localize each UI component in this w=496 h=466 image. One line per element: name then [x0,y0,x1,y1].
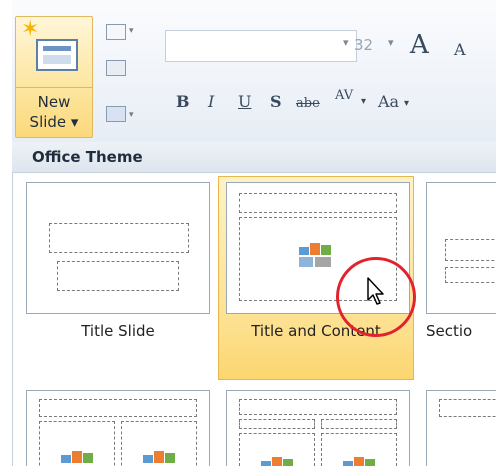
font-name-input[interactable] [165,30,357,62]
layout-thumbnail[interactable] [226,390,410,466]
content-icons [61,447,97,466]
strikethrough-button[interactable]: abe [296,96,320,111]
change-case-button[interactable]: Aa [378,92,399,111]
theme-name: Office Theme [32,148,143,166]
new-slide-dropdown-label[interactable]: Slide ▾ [16,113,92,131]
shrink-font-button[interactable]: A [454,40,466,59]
content-icons [343,453,379,466]
slide-commands: ▾ ▾ [96,22,146,132]
new-slide-button[interactable]: ✶ New Slide ▾ [15,16,93,138]
sparkle-icon: ✶ [21,17,40,42]
layout-thumbnail[interactable] [426,182,496,314]
new-slide-top[interactable]: ✶ [16,17,92,88]
chevron-down-icon[interactable]: ▾ [343,36,349,49]
italic-button[interactable]: I [208,92,214,111]
layout-label: Sectio [426,322,473,340]
layout-icon[interactable] [106,24,126,40]
layout-thumbnail[interactable] [26,390,210,466]
chevron-down-icon[interactable]: ▾ [129,26,134,36]
underline-button[interactable]: U [238,92,251,111]
chevron-down-icon[interactable]: ▾ [129,110,134,120]
title-placeholder [239,193,397,213]
chevron-down-icon[interactable]: ▾ [388,36,394,49]
bold-button[interactable]: B [176,92,190,111]
content-icons [299,239,335,269]
title-placeholder [39,399,197,417]
content-icons [261,453,297,466]
text-placeholder [445,267,496,283]
right-heading-placeholder [321,419,397,429]
left-heading-placeholder [239,419,315,429]
chevron-down-icon[interactable]: ▾ [361,96,366,107]
highlight-circle [336,257,416,337]
chevron-down-icon[interactable]: ▾ [404,98,409,109]
new-slide-label: New [37,93,71,111]
layout-label: Title Slide [81,322,155,340]
title-placeholder [439,399,496,417]
section-icon[interactable] [106,106,126,122]
ribbon: ✶ New Slide ▾ ▾ ▾ ▾ 32 ▾ A A B I U S abe [12,0,496,143]
subtitle-placeholder [57,261,179,291]
layout-thumbnail[interactable] [26,182,210,314]
gallery-header: Office Theme [12,142,496,173]
title-placeholder [49,223,189,253]
slide-icon [36,39,78,71]
layout-thumbnail[interactable] [426,390,496,466]
powerpoint-window: ✶ New Slide ▾ ▾ ▾ ▾ 32 ▾ A A B I U S abe [0,0,496,466]
content-icons [143,447,179,466]
font-size-input[interactable]: 32 [354,36,373,54]
title-placeholder [445,239,496,261]
reset-icon[interactable] [106,60,126,76]
char-spacing-button[interactable]: AV [335,88,353,103]
shadow-button[interactable]: S [270,92,282,111]
title-placeholder [239,399,397,415]
grow-font-button[interactable]: A [410,30,429,60]
